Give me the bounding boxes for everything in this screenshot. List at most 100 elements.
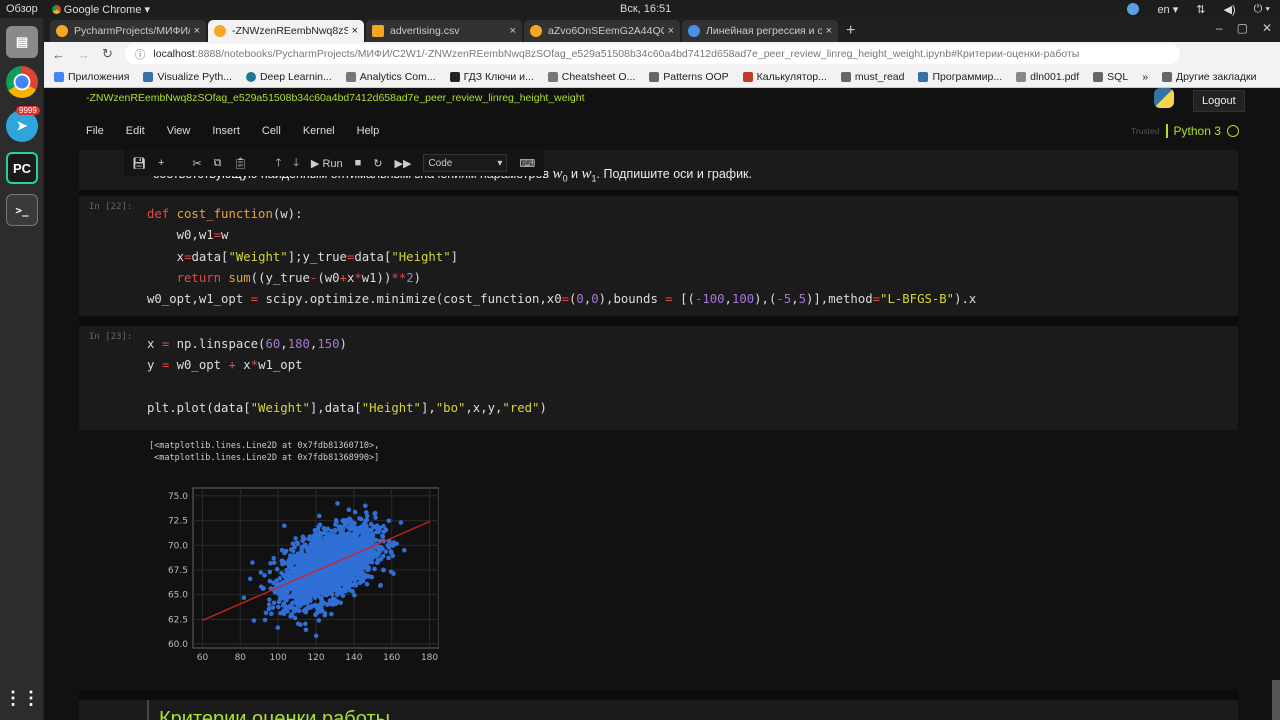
reload-icon[interactable]: ↻ <box>102 46 113 62</box>
back-icon[interactable]: ← <box>52 47 65 62</box>
app-menu[interactable]: Google Chrome ▾ <box>51 3 150 16</box>
network-icon[interactable]: ⇅ <box>1196 3 1205 16</box>
scatter-point <box>372 511 377 516</box>
cell-type-select[interactable]: Code ▾ <box>423 154 508 172</box>
scatter-point <box>298 622 303 627</box>
tray-icon[interactable] <box>1127 3 1140 15</box>
scatter-point <box>271 560 277 565</box>
menu-help[interactable]: Help <box>357 125 380 137</box>
bookmark-item[interactable]: Visualize Pyth... <box>143 71 232 83</box>
scatter-point <box>326 531 331 537</box>
bookmark-folder[interactable]: SQL <box>1093 71 1128 83</box>
y-tick-label: 67.5 <box>168 566 188 576</box>
menu-view[interactable]: View <box>167 125 191 137</box>
bookmark-folder[interactable]: Patterns OOP <box>649 71 729 83</box>
move-down-icon[interactable]: 🡓 <box>293 154 299 173</box>
x-tick-label: 100 <box>270 653 287 663</box>
markdown-heading-cell[interactable]: Критерии оценки работы <box>79 700 1238 720</box>
scrollbar[interactable] <box>1272 88 1280 720</box>
save-icon[interactable]: 💾︎ <box>132 157 146 170</box>
window-close-icon[interactable]: ✕ <box>1262 21 1272 35</box>
language-indicator[interactable]: en ▾ <box>1157 3 1178 16</box>
menu-insert[interactable]: Insert <box>212 125 240 137</box>
activities-button[interactable]: Обзор <box>6 3 38 15</box>
stop-icon[interactable]: ■ <box>355 157 362 169</box>
show-apps-icon[interactable]: ⋮⋮ <box>4 682 40 714</box>
scatter-point <box>271 580 276 586</box>
power-icon[interactable]: ⏻ ▾ <box>1254 3 1270 16</box>
scatter-point <box>292 559 298 564</box>
scatter-point <box>364 581 370 587</box>
clock[interactable]: Вск, 16:51 <box>620 3 671 15</box>
tab-pycharm-projects[interactable]: PycharmProjects/МИФИ/× <box>50 20 206 42</box>
copy-icon[interactable]: ⧉ <box>214 157 222 170</box>
files-icon[interactable]: ▤ <box>6 26 38 58</box>
code-editor[interactable]: x = np.linspace(60,180,150) y = w0_opt +… <box>147 334 547 419</box>
scatter-point <box>296 581 301 586</box>
keyboard-icon[interactable]: ⌨ <box>519 157 535 170</box>
paste-icon[interactable]: 📋︎ <box>233 157 247 170</box>
tab-advertising-csv[interactable]: advertising.csv × <box>366 20 522 42</box>
bookmark-apps[interactable]: Приложения <box>54 71 129 83</box>
tab-linear-regression[interactable]: Линейная регрессия и о × <box>682 20 838 42</box>
scatter-point <box>277 591 282 596</box>
scatter-point <box>267 569 273 575</box>
bookmark-item[interactable]: ГДЗ Ключи и... <box>449 71 534 83</box>
scatter-point <box>284 568 289 573</box>
menu-cell[interactable]: Cell <box>262 125 281 137</box>
scatter-point <box>299 568 304 574</box>
address-bar[interactable]: ⓘ localhost:8888/notebooks/PycharmProjec… <box>124 44 1180 64</box>
bookmark-item[interactable]: dln001.pdf <box>1016 71 1079 83</box>
bookmark-item[interactable]: Analytics Com... <box>345 71 436 83</box>
scatter-point <box>308 567 313 573</box>
scatter-point <box>258 584 264 590</box>
bookmark-item[interactable]: Cheatsheet O... <box>547 71 635 83</box>
bookmark-item[interactable]: Deep Learnin... <box>245 71 332 83</box>
scatter-point <box>251 618 257 623</box>
y-tick-label: 60.0 <box>168 640 188 650</box>
menu-file[interactable]: File <box>86 125 104 137</box>
code-editor[interactable]: def cost_function(w): w0,w1=w x=data["We… <box>147 204 976 310</box>
chrome-icon[interactable] <box>6 66 38 98</box>
scatter-point <box>262 617 268 623</box>
add-cell-icon[interactable]: + <box>158 157 164 169</box>
bookmark-item[interactable]: Калькулятор... <box>742 71 827 83</box>
minimize-icon[interactable]: – <box>1216 21 1223 35</box>
close-icon[interactable]: × <box>352 25 358 37</box>
scatter-point <box>336 586 342 591</box>
volume-icon[interactable]: ◀) <box>1223 3 1235 16</box>
bookmark-item[interactable]: Программир... <box>918 71 1002 83</box>
pycharm-icon[interactable]: PC <box>6 152 38 184</box>
info-icon[interactable]: ⓘ <box>135 47 146 62</box>
new-tab-button[interactable]: + <box>846 22 855 40</box>
kernel-status-icon <box>1226 125 1239 137</box>
scrollbar-thumb[interactable] <box>1272 680 1280 720</box>
close-icon[interactable]: × <box>194 25 200 37</box>
restart-run-icon[interactable]: ▶▶ <box>395 157 412 170</box>
other-bookmarks[interactable]: Другие закладки <box>1162 71 1256 83</box>
code-cell-22[interactable]: In [22]: def cost_function(w): w0,w1=w x… <box>79 196 1238 316</box>
close-icon[interactable]: × <box>668 25 674 37</box>
kernel-name[interactable]: Python 3 <box>1165 124 1221 138</box>
tab-notebook[interactable]: -ZNWzenREembNwq8zSC × <box>208 20 364 42</box>
tab-azvo[interactable]: aZvo6OnSEemG2A44QOI × <box>524 20 680 42</box>
cut-icon[interactable]: ✂ <box>192 157 201 170</box>
close-icon[interactable]: × <box>510 25 516 37</box>
terminal-icon[interactable]: >_ <box>6 194 38 226</box>
restart-icon[interactable]: ↻ <box>373 157 382 170</box>
logout-button[interactable]: Logout <box>1193 90 1245 112</box>
close-icon[interactable]: × <box>826 25 832 37</box>
scatter-point <box>320 545 326 550</box>
forward-icon[interactable]: → <box>77 47 90 62</box>
code-cell-23[interactable]: In [23]: x = np.linspace(60,180,150) y =… <box>79 326 1238 430</box>
menu-kernel[interactable]: Kernel <box>303 125 335 137</box>
trusted-badge[interactable]: Trusted <box>1131 126 1160 136</box>
run-button[interactable]: ▶︎ Run <box>311 157 343 170</box>
bookmark-folder[interactable]: must_read <box>840 71 904 83</box>
bookmarks-overflow[interactable]: » <box>1142 71 1148 83</box>
move-up-icon[interactable]: 🡑 <box>275 154 281 173</box>
notebook-name[interactable]: -ZNWzenREembNwq8zSOfag_e529a51508b34c60a… <box>86 92 585 104</box>
maximize-icon[interactable]: ▢ <box>1237 21 1248 35</box>
scatter-point <box>292 544 297 550</box>
menu-edit[interactable]: Edit <box>126 125 145 137</box>
